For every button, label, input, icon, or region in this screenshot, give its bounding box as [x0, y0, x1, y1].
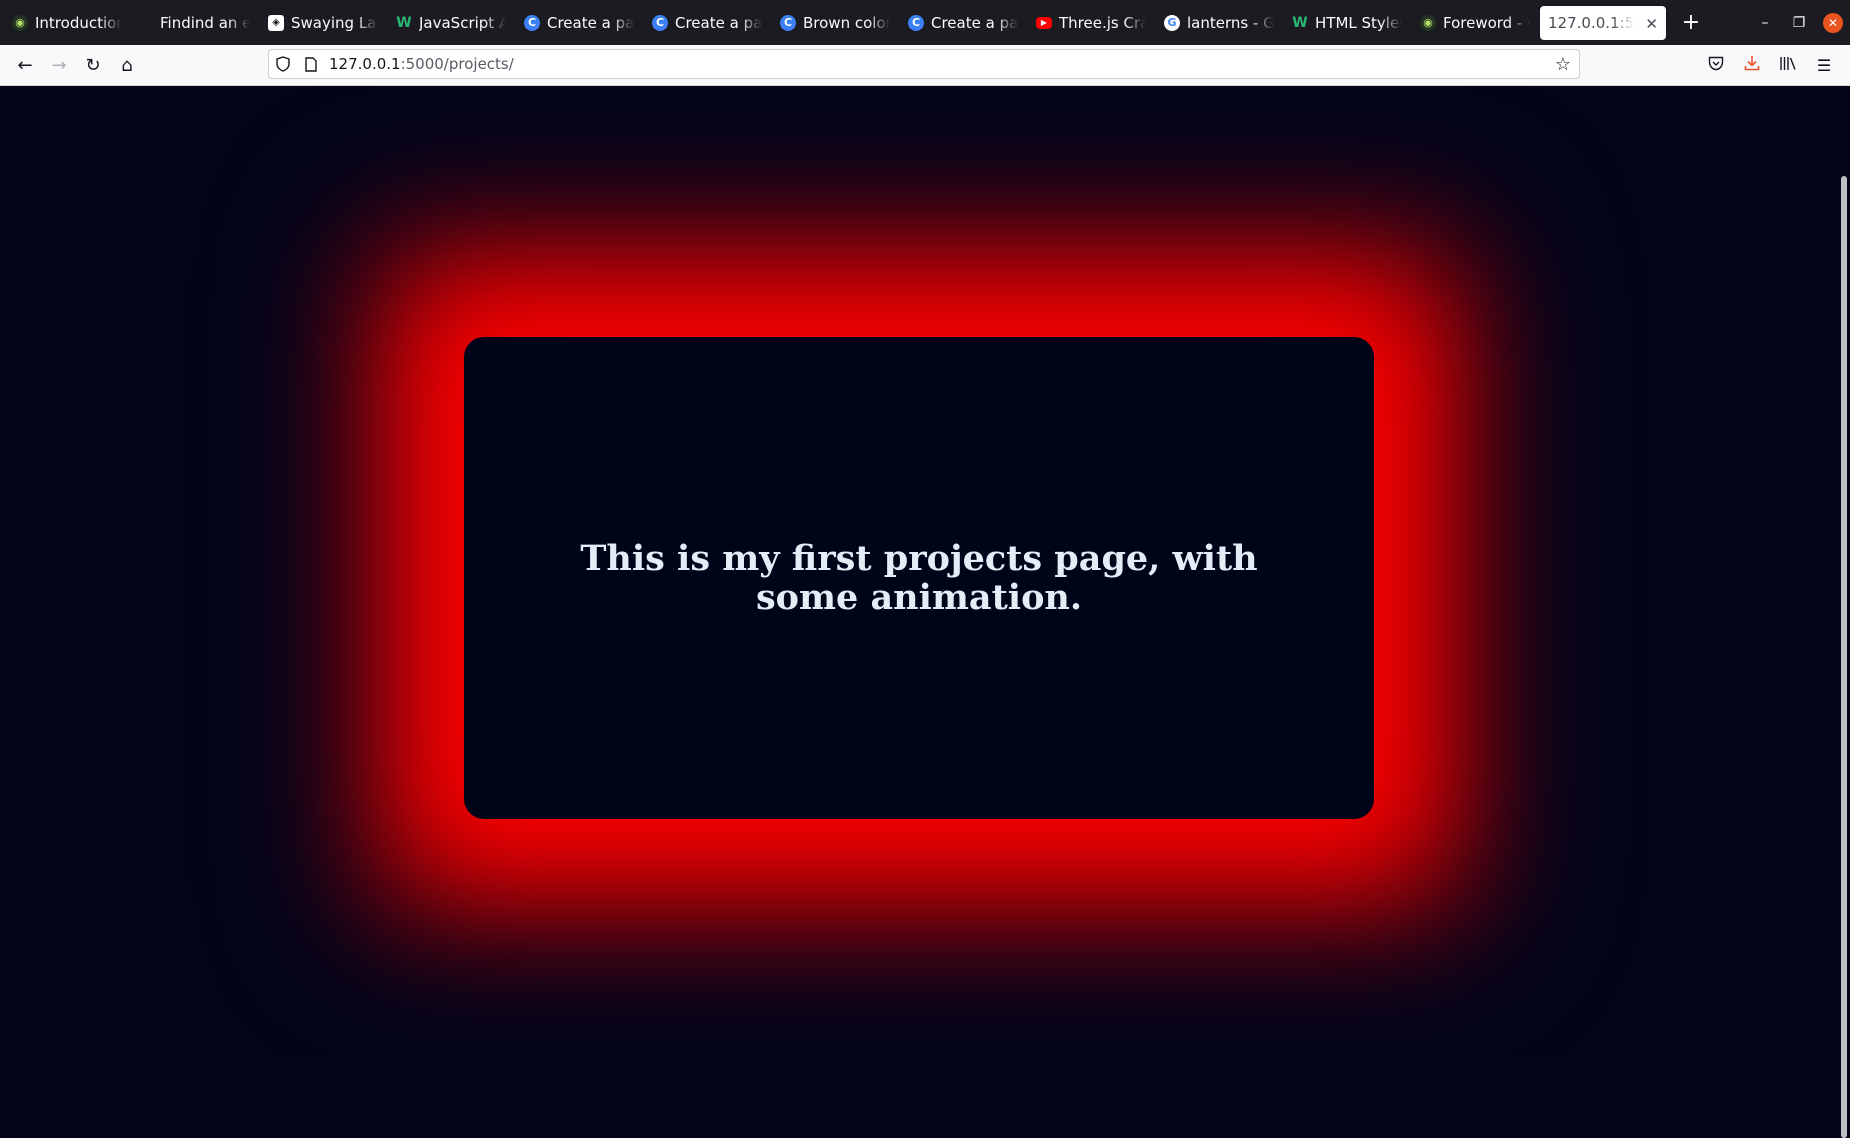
w-icon: W	[396, 14, 412, 31]
tab-create-palette-1[interactable]: C Create a pale	[516, 6, 642, 40]
gecko-icon: ◉	[1420, 14, 1436, 31]
back-button[interactable]: ←	[8, 49, 42, 81]
arrow-right-icon: →	[51, 54, 67, 76]
tab-finding-element[interactable]: Findind an elem	[132, 6, 258, 40]
restore-button[interactable]: ❐	[1782, 6, 1816, 40]
tab-foreword[interactable]: ◉ Foreword - Q	[1412, 6, 1538, 40]
glowing-card: This is my first projects page, with som…	[464, 337, 1374, 819]
address-bar[interactable]: 127.0.0.1:5000/projects/ ☆	[268, 49, 1580, 79]
tab-active-localhost[interactable]: 127.0.0.1:500 ✕	[1540, 5, 1666, 40]
arrow-left-icon: ←	[17, 54, 33, 76]
page-viewport: This is my first projects page, with som…	[0, 86, 1838, 1055]
shield-icon[interactable]	[269, 56, 297, 72]
forward-button[interactable]: →	[42, 49, 76, 81]
reload-icon: ↻	[85, 54, 101, 76]
tab-label: HTML Styles	[1315, 13, 1402, 32]
home-button[interactable]: ⌂	[110, 49, 144, 81]
library-button[interactable]	[1770, 49, 1806, 81]
scrollbar-thumb[interactable]	[1841, 176, 1847, 1138]
c-icon: C	[524, 14, 540, 31]
tab-brown-color[interactable]: C Brown color	[772, 6, 898, 40]
c-icon: C	[908, 14, 924, 31]
library-icon	[1779, 56, 1797, 75]
minimize-button[interactable]: –	[1748, 6, 1782, 40]
tab-label: Swaying Lant	[291, 13, 378, 32]
tab-javascript[interactable]: W JavaScript A	[388, 6, 514, 40]
codepen-icon: ◈	[268, 14, 284, 31]
window-close-button[interactable]: ✕	[1823, 12, 1843, 33]
pocket-button[interactable]	[1698, 49, 1734, 81]
tab-threejs[interactable]: ▶ Three.js Cras	[1028, 6, 1154, 40]
home-icon: ⌂	[121, 54, 133, 76]
tab-list: ◉ Introduction Findind an elem ◈ Swaying…	[0, 0, 1708, 45]
hamburger-menu-icon: ☰	[1816, 55, 1832, 75]
tab-create-palette-2[interactable]: C Create a pale	[644, 6, 770, 40]
url-text[interactable]: 127.0.0.1:5000/projects/	[329, 55, 514, 73]
toolbar-right: ☰	[1698, 49, 1842, 81]
tab-label: Foreword - Q	[1443, 13, 1530, 32]
tab-label: Introduction	[35, 13, 122, 32]
tab-label: Create a pale	[675, 13, 762, 32]
tab-introduction[interactable]: ◉ Introduction	[4, 6, 130, 40]
page-heading: This is my first projects page, with som…	[580, 537, 1258, 618]
tab-label: Three.js Cras	[1059, 13, 1146, 32]
download-icon	[1744, 55, 1760, 75]
close-icon[interactable]: ✕	[1645, 15, 1658, 33]
tab-swaying-lantern[interactable]: ◈ Swaying Lant	[260, 6, 386, 40]
youtube-icon: ▶	[1036, 16, 1052, 29]
tab-label: lanterns - Go	[1187, 13, 1274, 32]
reload-button[interactable]: ↻	[76, 49, 110, 81]
scrollbar-track[interactable]	[1838, 86, 1850, 1138]
c-icon: C	[780, 14, 796, 31]
tab-label: Brown color	[803, 13, 890, 32]
bookmark-star-icon[interactable]: ☆	[1555, 54, 1571, 75]
menu-button[interactable]: ☰	[1806, 49, 1842, 81]
tab-html-styles[interactable]: W HTML Styles	[1284, 6, 1410, 40]
url-path: :5000/projects/	[400, 55, 514, 73]
new-tab-button[interactable]: +	[1674, 6, 1708, 40]
tab-label: Create a pale	[547, 13, 634, 32]
tab-create-palette-3[interactable]: C Create a pale	[900, 6, 1026, 40]
w-icon: W	[1292, 14, 1308, 31]
downloads-button[interactable]	[1734, 49, 1770, 81]
c-icon: C	[652, 14, 668, 31]
window-controls: – ❐ ✕	[1748, 0, 1850, 45]
url-host: 127.0.0.1	[329, 55, 401, 73]
tab-strip: ◉ Introduction Findind an elem ◈ Swaying…	[0, 0, 1850, 45]
tab-lanterns-google[interactable]: G lanterns - Go	[1156, 6, 1282, 40]
pocket-icon	[1708, 56, 1724, 75]
tab-label: Create a pale	[931, 13, 1018, 32]
tab-label: JavaScript A	[419, 13, 506, 32]
google-icon: G	[1164, 14, 1180, 31]
gecko-icon: ◉	[12, 14, 28, 31]
tab-label: 127.0.0.1:500	[1548, 13, 1634, 32]
page-icon[interactable]	[297, 56, 325, 72]
tab-label: Findind an elem	[160, 13, 250, 32]
navigation-toolbar: ← → ↻ ⌂ 127.0.0.1:5000/projects/ ☆ ☰	[0, 45, 1850, 86]
